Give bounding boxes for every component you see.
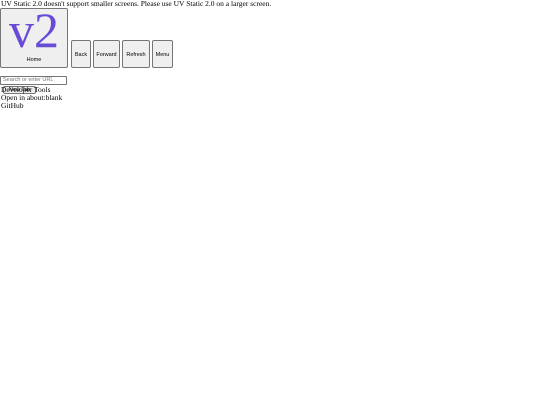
forward-button[interactable]: Forward (93, 40, 120, 68)
home-button[interactable]: v2 Home (0, 2, 68, 68)
v2-logo: v2 (9, 2, 59, 58)
home-button-label: Home (26, 57, 42, 63)
browser-toolbar: v2 Home Back Forward Refresh Menu (0, 2, 173, 68)
back-button[interactable]: Back (71, 40, 91, 68)
menu-links: Developer Tools Open in about:blank GitH… (1, 86, 62, 110)
refresh-button[interactable]: Refresh (122, 40, 150, 68)
menu-button[interactable]: Menu (152, 40, 173, 68)
github-link[interactable]: GitHub (1, 102, 62, 110)
